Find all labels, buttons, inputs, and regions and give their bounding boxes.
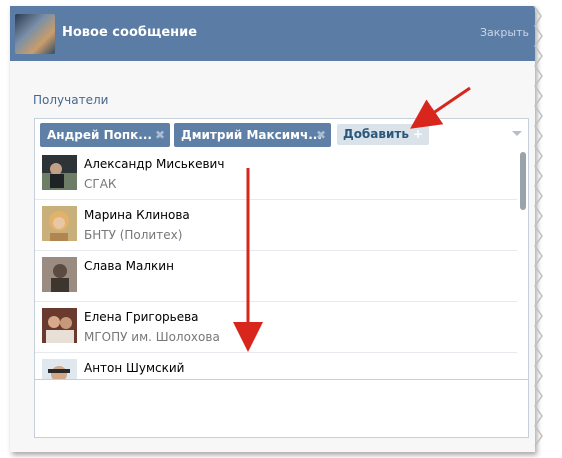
contact-subtitle: МГОПУ им. Шолохова: [84, 330, 220, 344]
recipient-token-name: Дмитрий Максимч...: [181, 128, 322, 142]
recipient-token[interactable]: Дмитрий Максимч... ✖: [174, 123, 331, 147]
list-item[interactable]: Елена Григорьева МГОПУ им. Шолохова: [35, 301, 517, 353]
contact-dropdown-list: Александр Миськевич СГАК Марина Клинова …: [34, 148, 529, 380]
contact-subtitle: БНТУ (Политех): [84, 228, 183, 242]
close-icon[interactable]: ✖: [155, 123, 165, 147]
contact-name: Антон Шумский: [84, 361, 185, 375]
avatar: [42, 359, 77, 379]
contact-name: Александр Миськевич: [84, 157, 225, 171]
contact-name: Елена Григорьева: [84, 310, 199, 324]
list-item[interactable]: Марина Клинова БНТУ (Политех): [35, 199, 517, 251]
add-recipient-button[interactable]: Добавить +: [337, 124, 430, 145]
torn-edge: [533, 6, 543, 447]
scrollbar[interactable]: [520, 152, 526, 210]
list-item[interactable]: Александр Миськевич СГАК: [35, 148, 517, 200]
recipient-token[interactable]: Андрей Попк... ✖: [40, 123, 170, 147]
chevron-down-icon[interactable]: [512, 131, 522, 136]
avatar: [42, 257, 77, 292]
message-area[interactable]: [34, 380, 529, 438]
add-recipient-label: Добавить: [343, 127, 409, 141]
dialog-header: Новое сообщение Закрыть: [10, 6, 535, 61]
avatar: [42, 206, 77, 241]
recipients-field[interactable]: Андрей Попк... ✖ Дмитрий Максимч... ✖ До…: [34, 118, 529, 151]
close-icon[interactable]: ✖: [316, 123, 326, 147]
recipients-label: Получатели: [33, 93, 109, 107]
plus-icon: +: [412, 127, 424, 141]
avatar: [42, 308, 77, 343]
list-item[interactable]: Антон Шумский: [35, 352, 517, 379]
contact-subtitle: СГАК: [84, 177, 117, 191]
message-dialog: Новое сообщение Закрыть Получатели Андре…: [10, 6, 535, 452]
list-item[interactable]: Слава Малкин: [35, 250, 517, 302]
close-button[interactable]: Закрыть: [480, 26, 529, 39]
contact-name: Слава Малкин: [84, 259, 174, 273]
dialog-title: Новое сообщение: [62, 25, 198, 40]
user-avatar: [15, 14, 55, 54]
recipient-token-name: Андрей Попк...: [47, 128, 152, 142]
avatar: [42, 155, 77, 190]
contact-name: Марина Клинова: [84, 208, 190, 222]
